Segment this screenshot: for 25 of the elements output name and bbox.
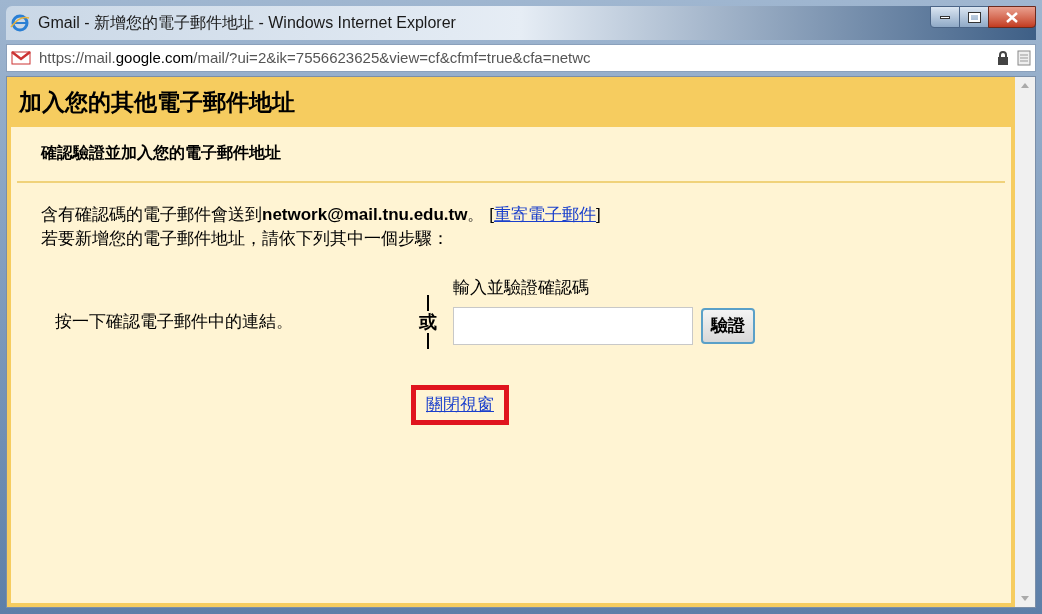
scrollbar[interactable] [1015, 77, 1035, 607]
resend-link[interactable]: 重寄電子郵件 [493, 205, 596, 224]
dialog-subtitle: 確認驗證並加入您的電子郵件地址 [41, 144, 281, 161]
scroll-down-icon[interactable] [1021, 596, 1029, 601]
or-label: 或 [419, 311, 437, 333]
code-input[interactable] [453, 306, 693, 345]
code-label: 輸入並驗證確認碼 [453, 277, 590, 300]
close-icon [1006, 11, 1018, 23]
minimize-button[interactable] [930, 6, 960, 28]
address-bar[interactable]: https://mail.google.com/mail/?ui=2&ik=7556623625&view=cf&cfmf=true&cfa=netwc [6, 44, 1036, 72]
lock-icon [997, 51, 1009, 65]
window-title: Gmail - 新增您的電子郵件地址 - Windows Internet Explorer [38, 13, 456, 33]
scroll-up-icon[interactable] [1021, 83, 1029, 88]
url-text: https://mail.google.com/mail/?ui=2&ik=7556623625&view=cf&cfmf=true&cfa=netwc [39, 47, 592, 68]
verify-button[interactable]: 驗證 [701, 307, 755, 344]
click-link-option: 按一下確認電子郵件中的連結。 [55, 309, 403, 335]
message-text: 含有確認碼的電子郵件會送到network@mail.tnu.edu.tw。 [重寄電子郵件] [41, 204, 602, 226]
page-icon [1017, 50, 1031, 66]
envelope-icon [11, 51, 31, 65]
close-button[interactable] [988, 6, 1036, 28]
close-window-link[interactable]: 關閉視窗 [411, 385, 509, 425]
browser-icon [10, 13, 30, 33]
dialog-title: 加入您的其他電子郵件地址 [19, 87, 295, 117]
instructions-text: 若要新增您的電子郵件地址，請依下列其中一個步驟： [41, 228, 450, 250]
maximize-button[interactable] [960, 6, 988, 28]
